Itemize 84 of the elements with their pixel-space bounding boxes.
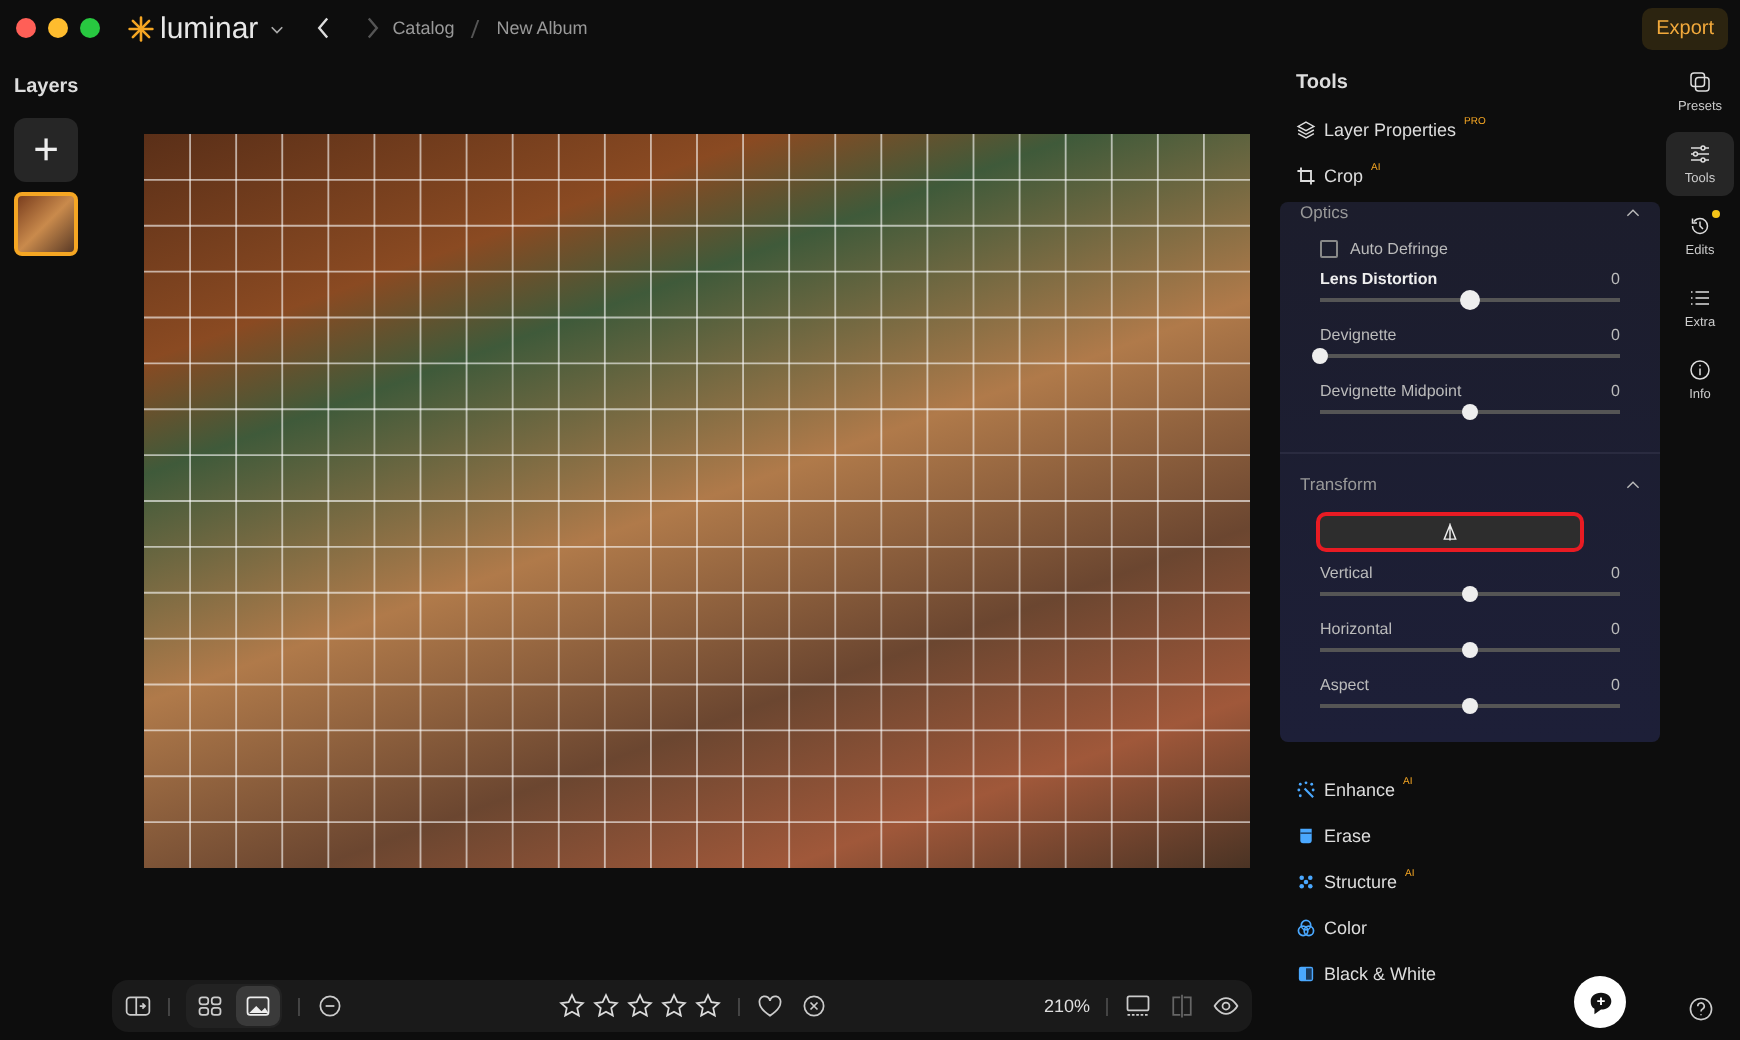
image-icon <box>244 992 272 1020</box>
eraser-icon[interactable] <box>1296 825 1316 845</box>
star-icon[interactable] <box>592 992 621 1020</box>
section-header[interactable]: Optics <box>1300 202 1349 222</box>
slider-label: Horizontal <box>1320 620 1393 638</box>
slider-value: 0 <box>1611 564 1620 582</box>
filmstrip-icon[interactable] <box>1124 992 1152 1020</box>
slider-label: Devignette Midpoint <box>1320 382 1462 400</box>
slider-value: 0 <box>1611 382 1620 400</box>
zoom-dropdown[interactable]: 210% <box>1043 996 1090 1016</box>
slider-value: 0 <box>1611 620 1620 638</box>
tool-item[interactable]: Black & White <box>1324 963 1437 983</box>
tier-label: AI <box>1371 162 1381 174</box>
heart-icon[interactable] <box>756 992 785 1020</box>
chevron-down-icon[interactable] <box>270 21 285 35</box>
slider-value: 0 <box>1611 270 1620 288</box>
checkbox[interactable] <box>1320 240 1338 258</box>
caret-icon[interactable] <box>1626 207 1640 217</box>
caret-icon[interactable] <box>1626 479 1640 489</box>
single-view-button[interactable] <box>236 986 280 1026</box>
tool-item[interactable]: Crop <box>1324 165 1364 185</box>
star-icon[interactable] <box>660 992 689 1020</box>
perspective-icon <box>1440 522 1460 542</box>
sparkle-wand-icon[interactable] <box>1296 779 1316 799</box>
slider-thumb[interactable] <box>1462 698 1478 714</box>
grid-icon <box>196 992 224 1020</box>
tools-title: Tools <box>1296 70 1350 98</box>
slider-label: Devignette <box>1320 326 1397 344</box>
close-dot[interactable] <box>16 18 36 38</box>
breadcrumb-link[interactable]: Catalog <box>392 18 455 38</box>
tier-label: AI <box>1403 776 1413 788</box>
slider-thumb[interactable] <box>1462 586 1478 602</box>
breadcrumb-link[interactable]: New Album <box>496 18 588 38</box>
slider-thumb[interactable] <box>1462 642 1478 658</box>
section-header[interactable]: Transform <box>1300 474 1377 494</box>
slider-label: Aspect <box>1320 676 1369 694</box>
half-square-icon[interactable] <box>1296 963 1316 983</box>
slider-value: 0 <box>1611 676 1620 694</box>
slider-value: 0 <box>1611 326 1620 344</box>
reject-icon[interactable] <box>800 992 829 1020</box>
info-icon <box>1688 358 1712 382</box>
tier-label: PRO <box>1464 116 1486 128</box>
slider-thumb[interactable] <box>1460 290 1480 310</box>
tier-label: AI <box>1405 868 1415 880</box>
slider-label: Vertical <box>1320 564 1373 582</box>
add-layer-button[interactable]: + <box>14 118 78 182</box>
speech-bubble-icon <box>1585 987 1615 1017</box>
checkbox-label: Auto Defringe <box>1350 240 1448 258</box>
back-icon[interactable] <box>316 16 333 40</box>
star-icon[interactable] <box>626 992 655 1020</box>
layers-title: Layers <box>14 76 79 98</box>
eye-icon[interactable] <box>1212 992 1240 1020</box>
circles-icon[interactable] <box>1296 917 1316 937</box>
help-icon[interactable] <box>1687 996 1713 1022</box>
layers-icon[interactable] <box>1296 119 1316 139</box>
app-name: luminar <box>160 11 259 45</box>
tool-item[interactable]: Enhance <box>1324 779 1396 799</box>
slider-label: Lens Distortion <box>1320 270 1438 288</box>
minimize-dot[interactable] <box>48 18 68 38</box>
export-button[interactable]: Export <box>1642 7 1728 49</box>
sun-logo-icon <box>128 15 154 41</box>
chat-button[interactable] <box>1574 976 1626 1028</box>
history-icon <box>1688 214 1712 238</box>
forward-icon[interactable] <box>364 16 381 40</box>
tool-item[interactable]: Structure <box>1324 871 1398 891</box>
sliders-icon <box>1688 142 1712 166</box>
sidebar-toggle-icon[interactable] <box>124 992 152 1020</box>
star-icon[interactable] <box>694 992 723 1020</box>
dots-icon[interactable] <box>1296 871 1316 891</box>
layer-thumbnail[interactable] <box>14 192 78 256</box>
stacked-squares-icon <box>1688 70 1712 94</box>
tool-item[interactable]: Color <box>1324 917 1368 937</box>
tool-item[interactable]: Layer Properties <box>1324 119 1457 139</box>
star-icon[interactable] <box>558 992 587 1020</box>
list-icon <box>1688 286 1712 310</box>
compare-icon[interactable] <box>1168 992 1196 1020</box>
auto-perspective-button[interactable] <box>1316 512 1584 552</box>
minus-circle-icon[interactable] <box>316 992 344 1020</box>
slider-thumb[interactable] <box>1312 348 1328 364</box>
slider-thumb[interactable] <box>1462 404 1478 420</box>
crop-icon[interactable] <box>1296 165 1316 185</box>
tool-item[interactable]: Erase <box>1324 825 1372 845</box>
zoom-dot[interactable] <box>80 18 100 38</box>
photo-placeholder[interactable] <box>144 134 1250 868</box>
